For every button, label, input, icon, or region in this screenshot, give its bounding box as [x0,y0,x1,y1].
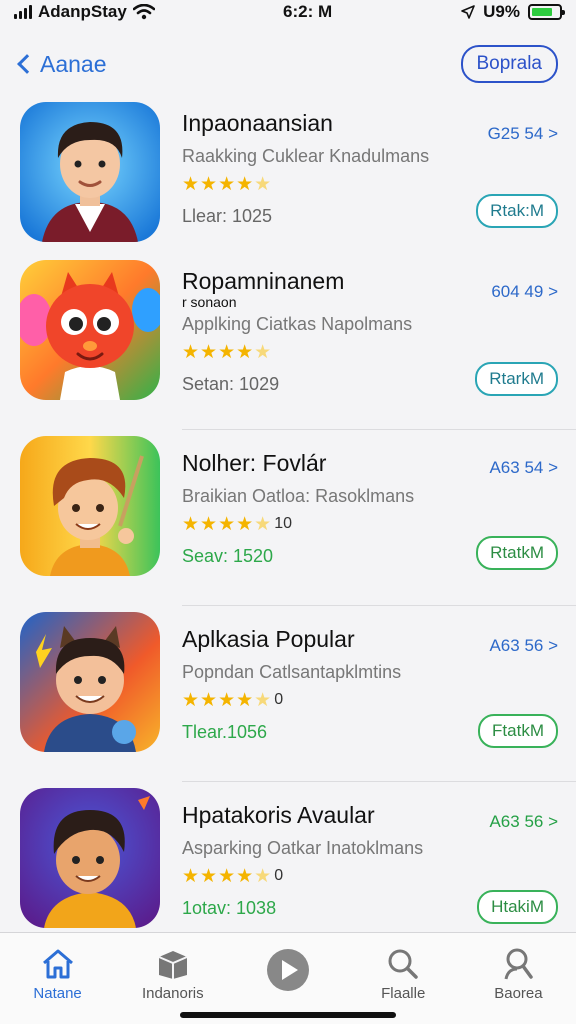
star-rating: ★★★★ ★ 0 [182,865,462,888]
box-icon [158,951,188,979]
app-meta: 1otav: 1038 [182,897,277,918]
play-icon [267,949,309,991]
app-icon-adventurer-character[interactable] [20,788,160,928]
back-label: Aanae [40,50,107,77]
battery-fill [532,8,552,16]
app-code[interactable]: A63 56 > [489,812,558,832]
back-button[interactable]: Aanae [14,51,107,78]
app-list: Inpaonaansian Raakking Cuklear Knadulman… [0,90,576,958]
app-icon-red-creature[interactable] [20,260,160,400]
app-meta: Tlear.1056 [182,721,268,742]
app-title[interactable]: Aplkasia Popular [182,626,462,654]
tab-search[interactable]: Flaalle [346,933,461,1024]
star-icon: ★★★★ [182,513,255,535]
rating-count: 0 [274,691,284,709]
app-title[interactable]: Nolher: Fovlár [182,450,462,478]
star-half-icon: ★ [254,173,273,195]
app-icon-hero-character[interactable] [20,612,160,752]
tab-categories[interactable]: Indanoris [115,933,230,1024]
app-category: Braikian Oatloa: Rasoklmans [182,485,415,506]
app-category: Applking Ciatkas Napolmans [182,313,413,334]
app-meta: Seav: 1520 [182,545,274,566]
star-rating: ★★★★ ★ 0 [182,689,462,712]
star-rating: ★★★★ ★ [182,173,462,196]
star-half-icon: ★ [254,689,273,711]
top-right-button[interactable]: Boprala [460,45,558,83]
tab-label: Flaalle [381,985,426,1002]
get-button[interactable]: FtatkM [478,714,558,748]
app-info: Nolher: Fovlár Braikian Oatloa: Rasoklma… [182,450,462,567]
carrier-name: AdanpStay [38,2,127,21]
home-icon [42,949,73,979]
status-bar: AdanpStay 6:2: M U9% [0,0,576,24]
person-search-icon [504,948,534,980]
search-icon [388,949,418,979]
star-half-icon: ★ [254,513,273,535]
tab-label: Baorea [494,985,543,1002]
app-code[interactable]: 604 49 > [491,282,558,302]
star-half-icon: ★ [254,865,273,887]
get-button[interactable]: RtatkM [476,536,558,570]
app-row[interactable]: Nolher: Fovlár Braikian Oatloa: Rasoklma… [0,430,576,606]
tab-label: Indanoris [141,985,204,1002]
app-icon-man-portrait[interactable] [20,102,160,242]
get-button[interactable]: RtarkM [475,362,558,396]
star-icon: ★★★★ [182,689,255,711]
app-row[interactable]: Ropamninanem r sonaon Applking Ciatkas N… [0,254,576,430]
app-info: Aplkasia Popular Popndan Catlsantapklmti… [182,626,462,743]
app-code[interactable]: A63 54 > [489,458,558,478]
rating-count: 10 [274,515,292,533]
home-indicator [180,1012,396,1018]
app-info: Ropamninanem r sonaon Applking Ciatkas N… [182,268,462,395]
rating-count: 0 [274,867,284,885]
star-icon: ★★★★ [182,341,255,363]
app-icon-boy-character[interactable] [20,436,160,576]
get-button[interactable]: HtakiM [477,890,558,924]
tab-label: Natane [33,985,82,1002]
status-time: 6:2: M [283,2,333,21]
tab-home[interactable]: Natane [0,933,115,1024]
star-icon: ★★★★ [182,173,255,195]
tab-play[interactable] [230,933,345,1024]
app-info: Inpaonaansian Raakking Cuklear Knadulman… [182,110,462,227]
app-meta: Setan: 1029 [182,373,280,394]
tab-profile-search[interactable]: Baorea [461,933,576,1024]
app-title[interactable]: Inpaonaansian [182,110,462,138]
star-icon: ★★★★ [182,865,255,887]
app-row[interactable]: Inpaonaansian Raakking Cuklear Knadulman… [0,90,576,254]
app-code[interactable]: G25 54 > [488,124,558,144]
app-code[interactable]: A63 56 > [489,636,558,656]
star-half-icon: ★ [254,341,273,363]
location-arrow-icon [461,5,475,19]
app-title[interactable]: Ropamninanem [182,268,462,296]
wifi-icon [132,4,155,20]
nav-bar: Aanae Boprala [0,44,576,84]
app-category: Asparking Oatkar Inatoklmans [182,837,424,858]
star-rating: ★★★★ ★ [182,341,462,364]
app-info: Hpatakoris Avaular Asparking Oatkar Inat… [182,802,462,919]
app-row[interactable]: Aplkasia Popular Popndan Catlsantapklmti… [0,606,576,782]
app-title[interactable]: Hpatakoris Avaular [182,802,462,830]
app-meta: Llear: 1025 [182,205,273,226]
star-rating: ★★★★ ★ 10 [182,513,462,536]
get-button[interactable]: Rtak:M [476,194,558,228]
tab-bar: Natane Indanoris Flaalle Baorea [0,932,576,1024]
signal-icon [14,5,32,19]
status-right: U9% [461,2,565,22]
app-category: Popndan Catlsantapklmtins [182,661,402,682]
chevron-left-icon [17,54,37,74]
app-category: Raakking Cuklear Knadulmans [182,145,430,166]
app-subtitle: r sonaon [182,293,237,310]
battery-percent: U9% [483,2,520,21]
battery-icon [528,4,565,20]
